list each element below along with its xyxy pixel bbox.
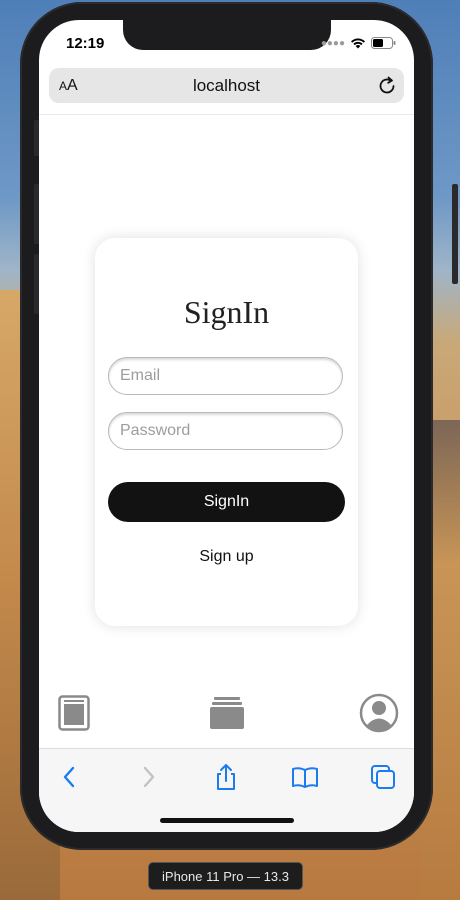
web-content: SignIn SignIn Sign up [39, 114, 414, 753]
forward-icon [143, 766, 155, 788]
address-bar[interactable]: AA localhost [49, 68, 404, 103]
battery-icon [371, 37, 396, 49]
password-input[interactable] [109, 413, 342, 449]
stack-icon[interactable] [209, 695, 245, 731]
signup-link[interactable]: Sign up [95, 548, 358, 566]
app-tab-bar [39, 689, 414, 749]
status-icons: ●●●● [321, 37, 396, 49]
bookmarks-icon[interactable] [290, 762, 320, 792]
home-indicator [160, 818, 294, 823]
reload-icon[interactable] [376, 75, 398, 97]
back-icon[interactable] [55, 762, 85, 792]
signin-button[interactable]: SignIn [108, 482, 345, 522]
password-field[interactable] [108, 412, 343, 450]
power-button [452, 184, 458, 284]
email-input[interactable] [109, 358, 342, 394]
phone-screen: 12:19 ●●●● AA localhost SignIn Email Sig… [39, 20, 414, 832]
share-icon[interactable] [211, 762, 241, 792]
signin-card: SignIn SignIn Sign up [95, 238, 358, 626]
wifi-icon [351, 38, 365, 49]
notch [123, 20, 331, 50]
user-icon[interactable] [359, 693, 399, 733]
status-time: 12:19 [66, 35, 105, 52]
simulator-device-label: iPhone 11 Pro — 13.3 [148, 862, 303, 890]
tabs-icon[interactable] [368, 762, 398, 792]
url-text[interactable]: localhost [49, 76, 404, 96]
signal-icon: ●●●● [320, 37, 345, 49]
page-icon[interactable] [58, 695, 90, 731]
email-field[interactable] [108, 357, 343, 395]
signin-title: SignIn [183, 294, 270, 330]
